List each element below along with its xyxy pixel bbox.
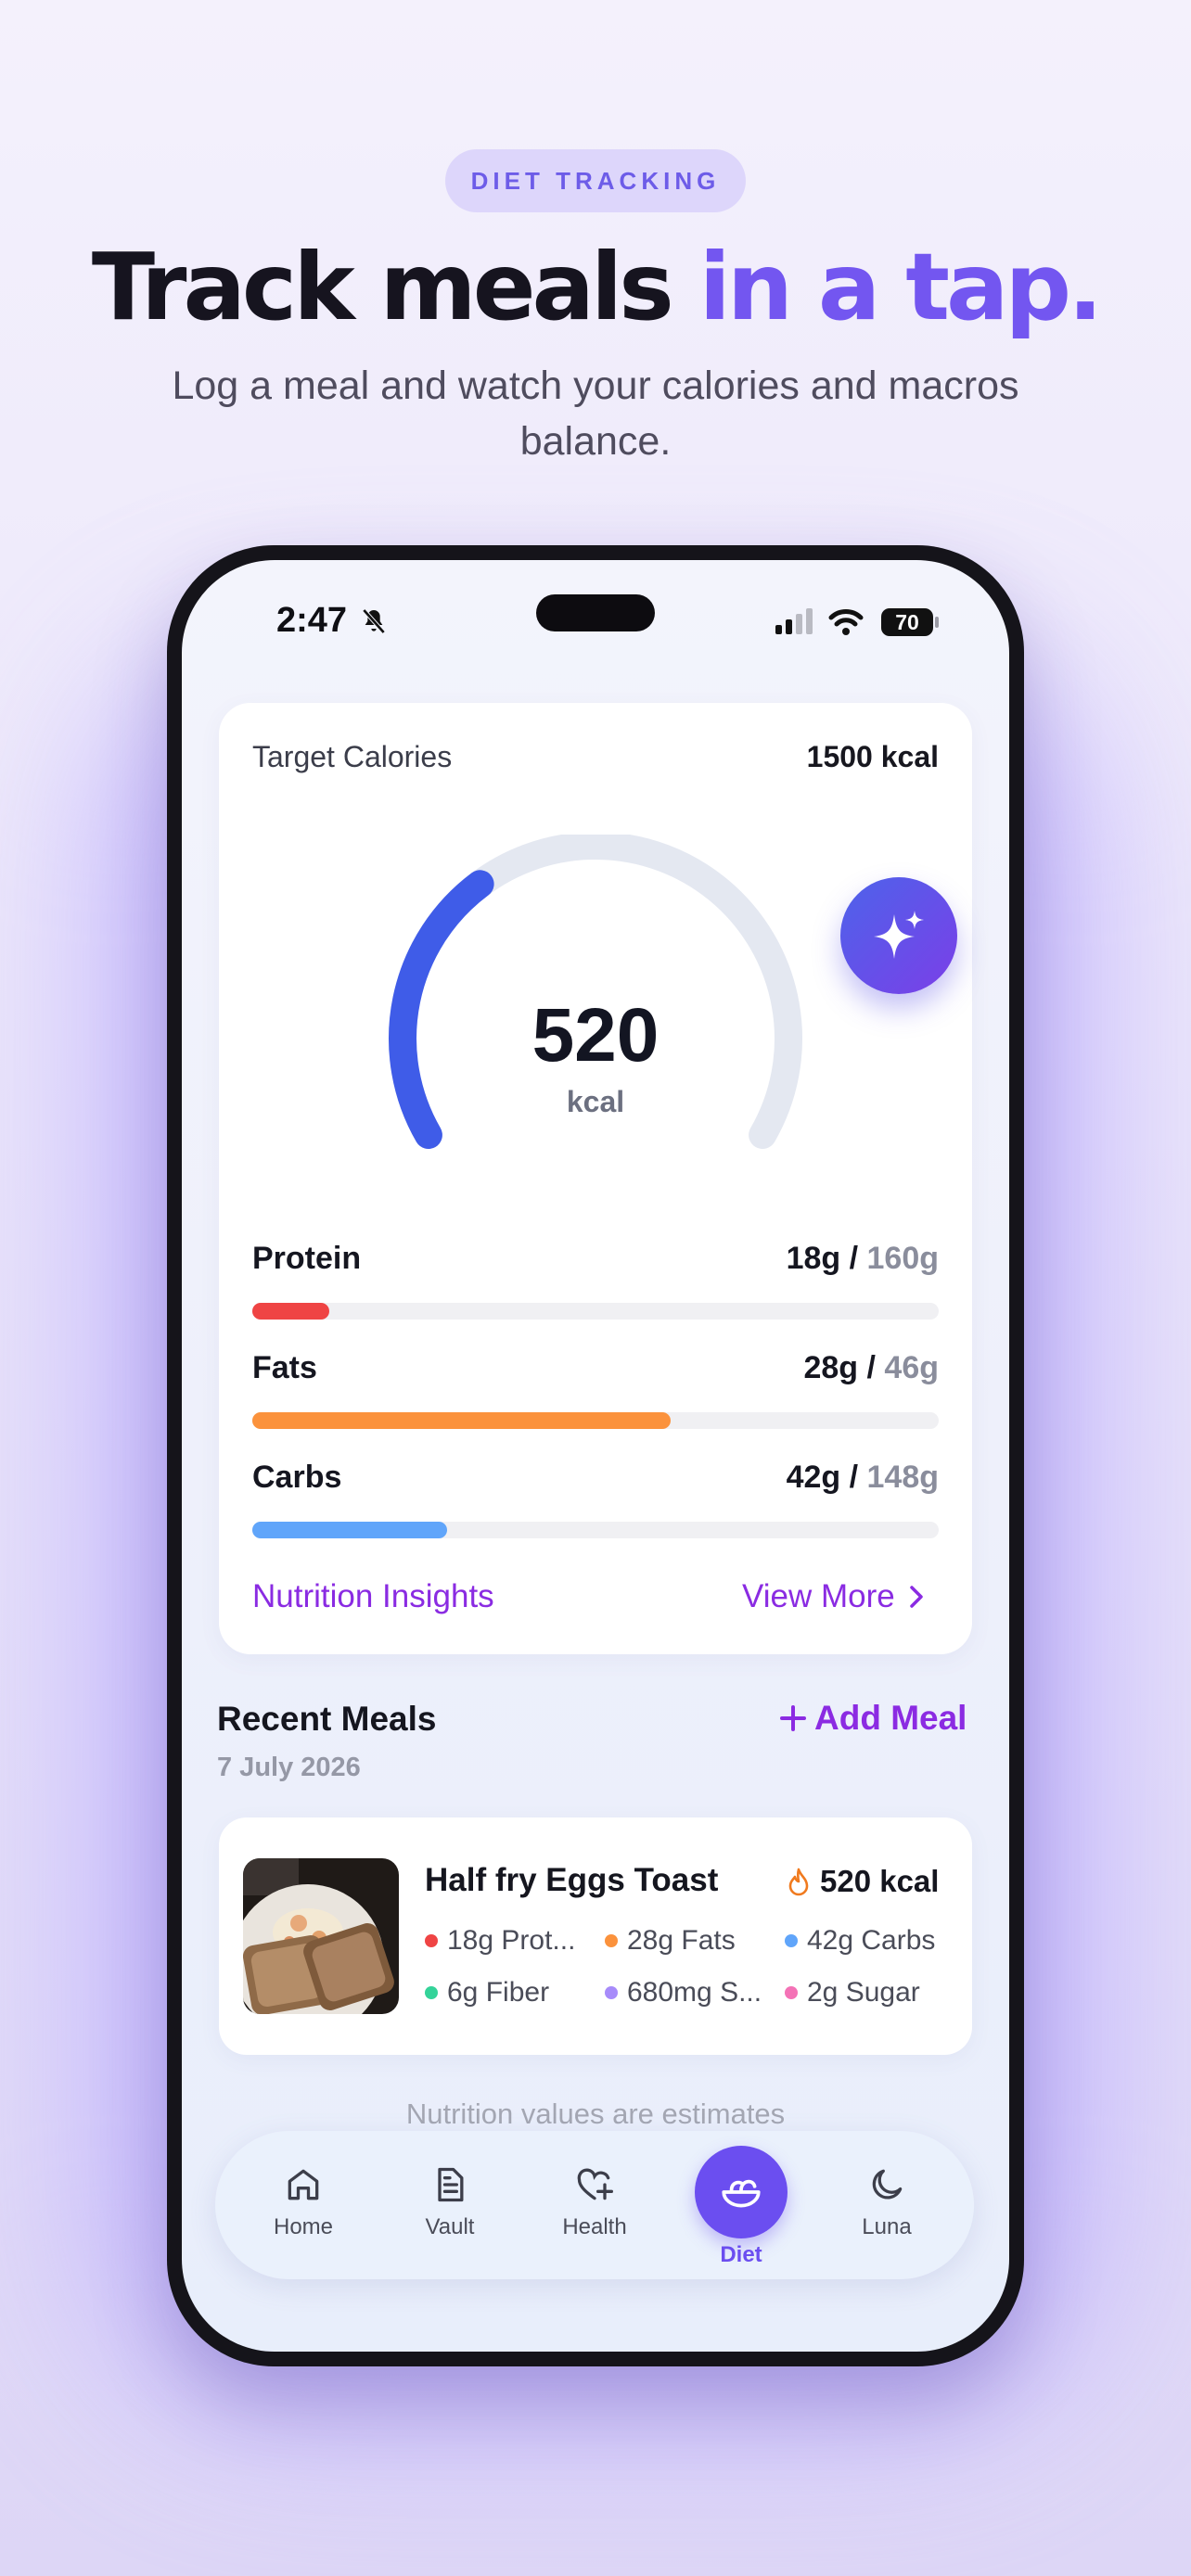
headline-accent: in a tap. <box>698 233 1103 341</box>
nutrient-chip: 6g Fiber <box>425 1977 549 2009</box>
nutrient-label: 28g Fats <box>627 1925 736 1956</box>
headline: Track meals in a tap. <box>0 232 1191 343</box>
nutrient-label: 42g Carbs <box>807 1925 936 1956</box>
macro-fats-name: Fats <box>252 1350 317 1385</box>
fats-bar-fill <box>252 1412 671 1429</box>
macro-separator: / <box>840 1460 867 1495</box>
subtitle: Log a meal and watch your calories and m… <box>172 363 1019 464</box>
nutrient-dot <box>605 1986 618 1999</box>
meal-photo <box>243 1858 399 2014</box>
wifi-icon <box>828 609 864 635</box>
protein-bar-track <box>252 1303 939 1320</box>
nutrient-dot <box>785 1934 798 1947</box>
target-calories-value: 1500 kcal <box>806 740 939 773</box>
category-badge: DIET TRACKING <box>445 149 746 212</box>
nutrition-insights-link[interactable]: Nutrition Insights <box>252 1578 494 1615</box>
macro-current: 42g <box>786 1460 841 1495</box>
nutrient-chip: 680mg S... <box>605 1977 762 2009</box>
status-time: 2:47 <box>276 601 348 640</box>
macro-carbs-value: 42g / 148g <box>649 1460 939 1496</box>
view-more-label: View More <box>742 1578 895 1614</box>
tab-home[interactable]: Home <box>243 2164 364 2240</box>
calories-unit: kcal <box>566 1085 625 1118</box>
meal-name: Half fry Eggs Toast <box>425 1862 719 1898</box>
battery-cap <box>935 617 939 628</box>
tab-luna[interactable]: Luna <box>826 2164 947 2240</box>
tab-diet-label[interactable]: Diet <box>681 2242 801 2268</box>
tab-health[interactable]: Health <box>534 2164 655 2240</box>
tab-diet-active-indicator[interactable] <box>695 2146 788 2238</box>
document-icon <box>438 2167 464 2202</box>
recent-meals-date: 7 July 2026 <box>217 1753 361 1782</box>
chevron-right-icon <box>909 1586 923 1608</box>
nutrient-dot <box>425 1934 438 1947</box>
nutrient-dot <box>785 1986 798 1999</box>
nutrient-label: 18g Prot... <box>447 1925 576 1956</box>
macro-current: 28g <box>803 1350 859 1385</box>
macro-current: 18g <box>786 1241 841 1276</box>
nutrient-label: 6g Fiber <box>447 1977 550 2008</box>
add-meal-button[interactable]: Add Meal <box>779 1699 967 1738</box>
flame-icon <box>788 1868 809 1896</box>
nutrient-chip: 42g Carbs <box>785 1925 935 1957</box>
tab-label: Home <box>273 2214 334 2239</box>
estimate-disclaimer: Nutrition values are estimates <box>405 2098 786 2130</box>
macro-target: 46g <box>884 1350 939 1385</box>
macro-fats-value: 28g / 46g <box>649 1350 939 1386</box>
tab-label: Vault <box>425 2214 475 2239</box>
heart-plus-icon <box>577 2168 613 2200</box>
nutrient-label: 2g Sugar <box>807 1977 920 2008</box>
nutrient-chip: 2g Sugar <box>785 1977 920 2009</box>
home-icon <box>288 2169 319 2200</box>
meal-calories-value: 520 kcal <box>820 1864 940 1898</box>
view-more-link[interactable]: View More <box>742 1578 925 1615</box>
battery-indicator: 70 <box>881 608 933 636</box>
carbs-bar-fill <box>252 1522 447 1538</box>
protein-bar-fill <box>252 1303 329 1320</box>
nutrient-chip: 28g Fats <box>605 1925 736 1957</box>
dynamic-island <box>536 594 655 631</box>
macro-separator: / <box>840 1241 867 1276</box>
target-calories-label: Target Calories <box>252 740 453 773</box>
macro-target: 160g <box>866 1241 940 1276</box>
plus-icon <box>780 1705 806 1731</box>
add-meal-label: Add Meal <box>814 1699 967 1737</box>
nutrient-chip: 18g Prot... <box>425 1925 575 1957</box>
macro-target: 148g <box>866 1460 940 1495</box>
macro-separator: / <box>858 1350 885 1385</box>
sparkle-icon <box>874 911 924 959</box>
tab-vault[interactable]: Vault <box>390 2164 510 2240</box>
tab-label: Health <box>562 2214 627 2239</box>
meal-photo-illustration <box>243 1858 399 2014</box>
headline-main: Track meals <box>91 233 699 341</box>
meal-calories: 520 kcal <box>787 1864 939 1899</box>
recent-meals-title: Recent Meals <box>217 1700 437 1738</box>
nutrient-dot <box>425 1986 438 1999</box>
nutrient-label: 680mg S... <box>627 1977 762 2008</box>
macro-protein-value: 18g / 160g <box>649 1241 939 1277</box>
tab-label: Luna <box>862 2214 912 2239</box>
macro-protein-name: Protein <box>252 1241 362 1276</box>
bell-off-icon <box>362 608 386 634</box>
nutrient-dot <box>605 1934 618 1947</box>
calories-consumed: 520 <box>531 993 660 1078</box>
macro-carbs-name: Carbs <box>252 1460 342 1495</box>
ai-assistant-button[interactable] <box>840 877 957 994</box>
signal-icon <box>775 608 813 634</box>
salad-bowl-icon <box>722 2179 761 2208</box>
moon-icon <box>872 2169 903 2200</box>
